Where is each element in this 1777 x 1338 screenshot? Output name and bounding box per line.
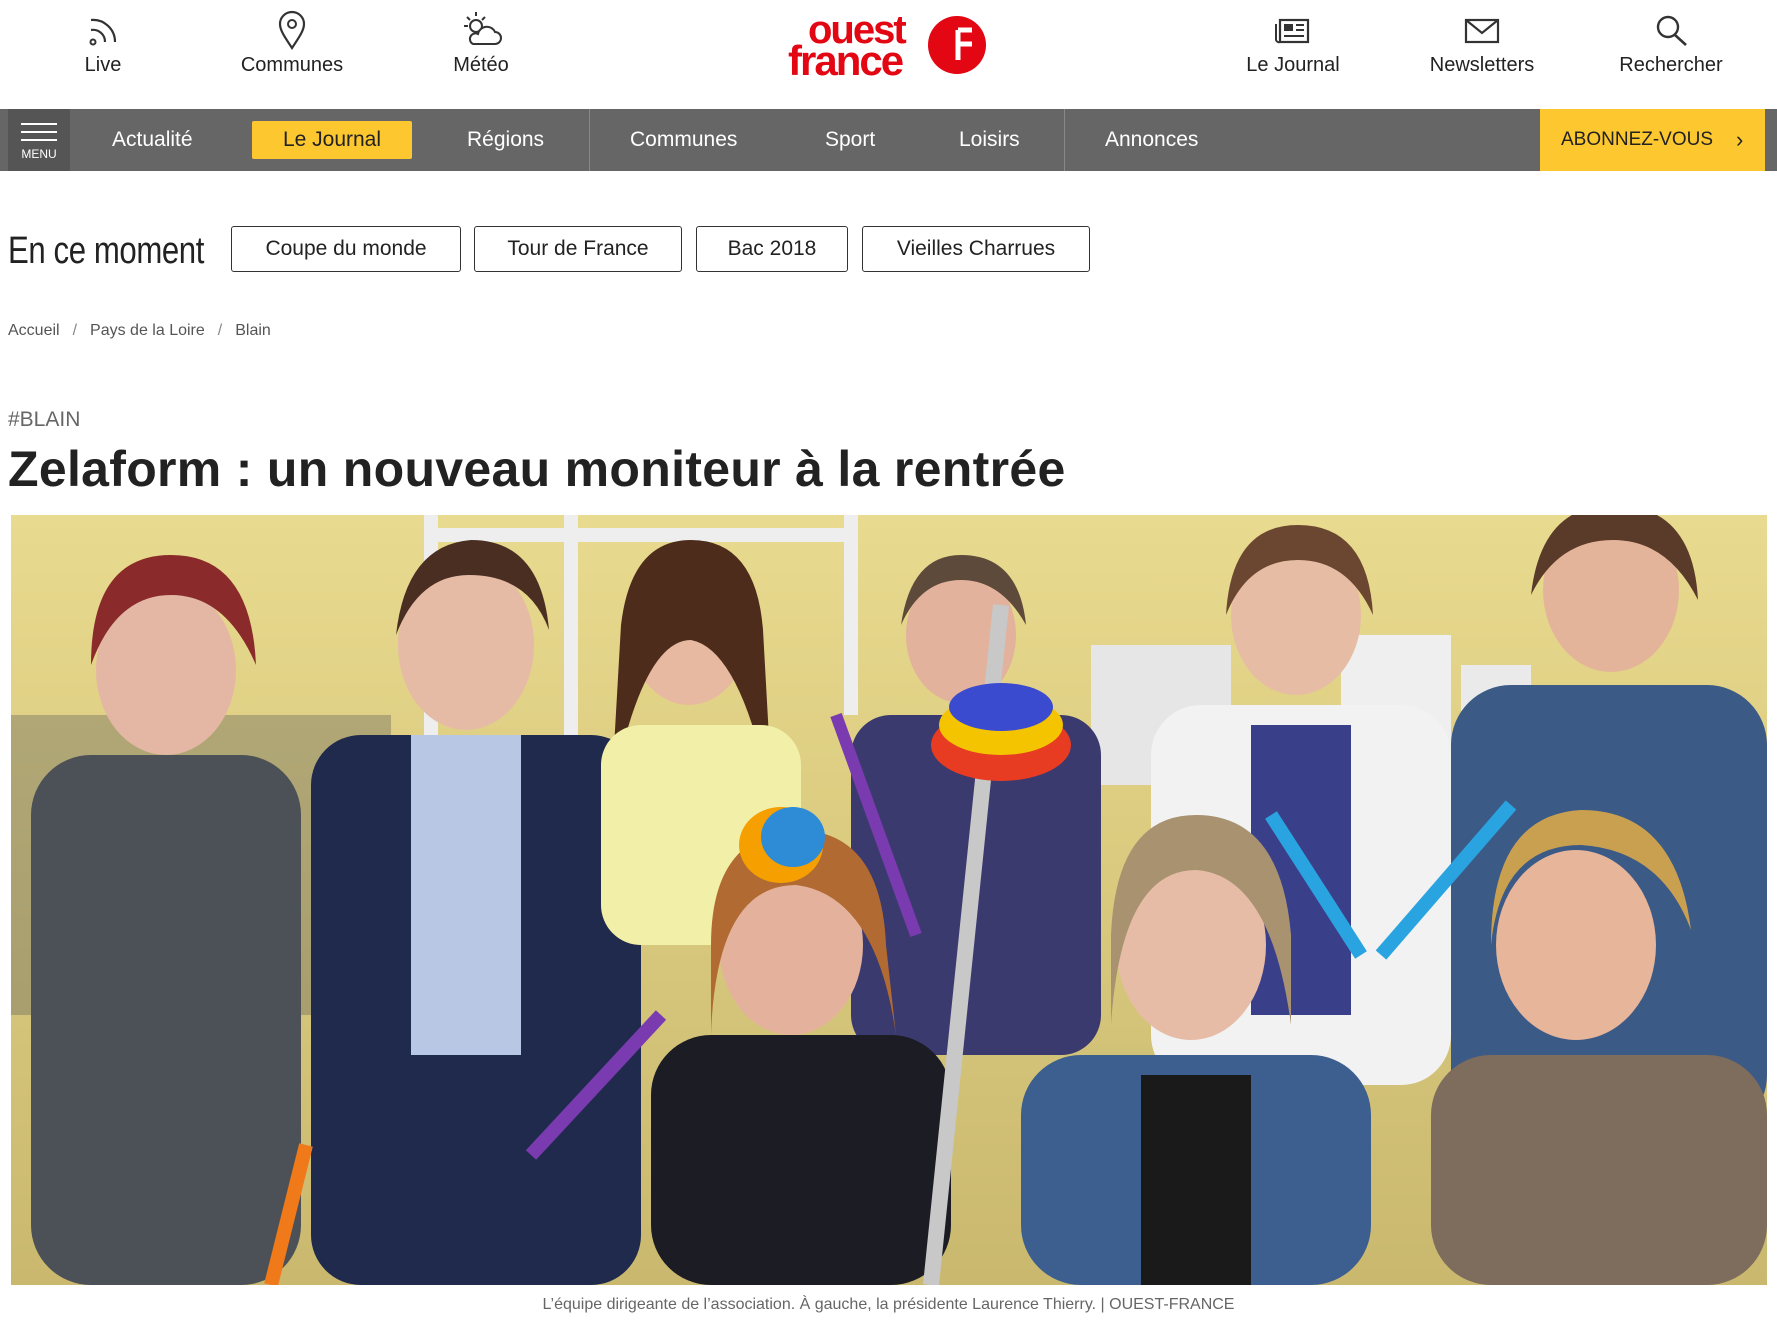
- nav-divider: [589, 109, 590, 171]
- nav-item-regions[interactable]: Régions: [467, 109, 544, 171]
- menu-label: MENU: [21, 147, 57, 161]
- nav-item-communes[interactable]: Communes: [630, 109, 737, 171]
- article-title: Zelaform : un nouveau moniteur à la rent…: [8, 441, 1066, 497]
- ouest-france-logo[interactable]: ouest france: [788, 10, 988, 84]
- live-label: Live: [84, 54, 122, 76]
- weather-icon: [464, 12, 502, 45]
- trending-tag[interactable]: Coupe du monde: [231, 226, 461, 272]
- main-nav: MENU Actualité Le Journal Régions Commun…: [0, 109, 1777, 171]
- live-link[interactable]: Live: [28, 0, 178, 109]
- le-journal-link[interactable]: Le Journal: [1218, 0, 1368, 109]
- breadcrumb-item[interactable]: Accueil: [8, 322, 60, 340]
- site-header: Live Communes Météo ouest france Le Jour…: [0, 0, 1777, 109]
- breadcrumb-item[interactable]: Blain: [235, 322, 271, 340]
- photo-caption: L’équipe dirigeante de l’association. À …: [542, 1296, 1235, 1313]
- meteo-link[interactable]: Météo: [406, 0, 556, 109]
- subscribe-label: ABONNEZ-VOUS: [1561, 129, 1714, 150]
- nav-item-annonces[interactable]: Annonces: [1105, 109, 1198, 171]
- nav-item-actualite[interactable]: Actualité: [112, 109, 193, 171]
- breadcrumb-item[interactable]: Pays de la Loire: [90, 322, 205, 340]
- trending-tag[interactable]: Bac 2018: [696, 226, 848, 272]
- nav-item-le-journal[interactable]: Le Journal: [252, 121, 412, 159]
- map-pin-icon: [278, 10, 306, 50]
- subscribe-button[interactable]: ABONNEZ-VOUS ›: [1540, 109, 1765, 171]
- trending-title: En ce moment: [8, 230, 204, 272]
- nav-item-loisirs[interactable]: Loisirs: [959, 109, 1020, 171]
- nav-item-sport[interactable]: Sport: [825, 109, 875, 171]
- communes-label: Communes: [240, 54, 344, 76]
- trending-tag[interactable]: Vieilles Charrues: [862, 226, 1090, 272]
- newsletters-label: Newsletters: [1429, 54, 1535, 76]
- search-label: Rechercher: [1619, 54, 1723, 76]
- trending-tag[interactable]: Tour de France: [474, 226, 682, 272]
- newspaper-icon: [1275, 18, 1310, 44]
- search-icon: [1656, 15, 1687, 46]
- logo-disc: [928, 16, 986, 74]
- rss-icon: [89, 18, 117, 46]
- breadcrumb-separator: /: [217, 322, 223, 339]
- logo-line2: france: [788, 37, 904, 84]
- search-link[interactable]: Rechercher: [1596, 0, 1746, 109]
- meteo-label: Météo: [453, 54, 509, 76]
- nav-divider: [1064, 109, 1065, 171]
- article-kicker[interactable]: #BLAIN: [8, 408, 80, 432]
- mail-icon: [1464, 18, 1500, 44]
- breadcrumb: Accueil / Pays de la Loire / Blain: [8, 322, 271, 340]
- le-journal-label: Le Journal: [1246, 54, 1340, 76]
- hamburger-icon: [21, 123, 57, 147]
- article-photo: [11, 515, 1767, 1285]
- chevron-right-icon: ›: [1736, 127, 1744, 152]
- communes-link[interactable]: Communes: [217, 0, 367, 109]
- menu-button[interactable]: MENU: [8, 109, 70, 171]
- newsletters-link[interactable]: Newsletters: [1407, 0, 1557, 109]
- breadcrumb-separator: /: [72, 322, 78, 339]
